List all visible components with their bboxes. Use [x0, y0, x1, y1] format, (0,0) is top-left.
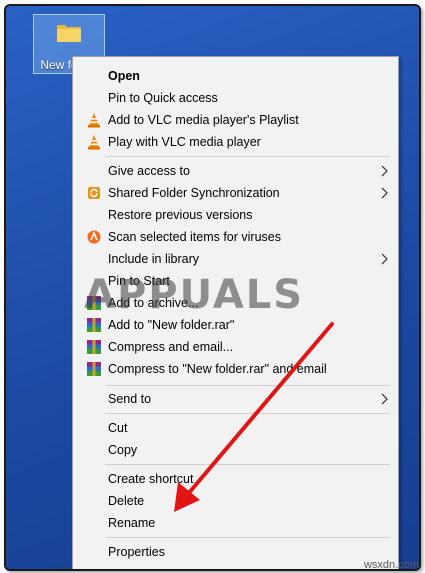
- vlc-cone-icon: [88, 135, 100, 150]
- chevron-right-icon: [381, 253, 388, 265]
- site-watermark: wsxdn.com: [363, 559, 419, 571]
- menu-item-label: Cut: [108, 421, 128, 435]
- menu-item-include-library[interactable]: Include in library: [73, 248, 398, 270]
- winrar-icon: [87, 318, 101, 332]
- screenshot-frame: New folder Open Pin to Quick access Add …: [4, 4, 421, 571]
- vlc-cone-icon: [88, 113, 100, 128]
- menu-item-pin-quick-access[interactable]: Pin to Quick access: [73, 87, 398, 109]
- folder-icon: [57, 25, 81, 42]
- menu-item-label: Include in library: [108, 252, 200, 266]
- menu-item-pin-start[interactable]: Pin to Start: [73, 270, 398, 292]
- menu-item-label: Add to "New folder.rar": [108, 318, 235, 332]
- menu-item-send-to[interactable]: Send to: [73, 388, 398, 410]
- winrar-icon: [87, 362, 101, 376]
- menu-item-compress-email[interactable]: Compress and email...: [73, 336, 398, 358]
- menu-item-copy[interactable]: Copy: [73, 439, 398, 461]
- menu-item-open[interactable]: Open: [73, 65, 398, 87]
- menu-item-label: Compress to "New folder.rar" and email: [108, 362, 327, 376]
- menu-item-play-vlc[interactable]: Play with VLC media player: [73, 131, 398, 153]
- menu-item-label: Play with VLC media player: [108, 135, 261, 149]
- menu-item-create-shortcut[interactable]: Create shortcut: [73, 468, 398, 490]
- menu-item-properties[interactable]: Properties: [73, 541, 398, 563]
- menu-item-add-new-folder-rar[interactable]: Add to "New folder.rar": [73, 314, 398, 336]
- menu-item-label: Scan selected items for viruses: [108, 230, 281, 244]
- menu-item-label: Shared Folder Synchronization: [108, 186, 280, 200]
- menu-item-give-access[interactable]: Give access to: [73, 160, 398, 182]
- sync-icon: [88, 187, 100, 199]
- menu-separator: [105, 413, 390, 414]
- menu-separator: [105, 385, 390, 386]
- winrar-icon: [87, 296, 101, 310]
- menu-item-label: Give access to: [108, 164, 190, 178]
- context-menu: Open Pin to Quick access Add to VLC medi…: [72, 56, 399, 569]
- menu-item-rename[interactable]: Rename: [73, 512, 398, 534]
- menu-item-label: Add to archive...: [108, 296, 199, 310]
- menu-item-label: Open: [108, 69, 140, 83]
- menu-item-add-vlc-playlist[interactable]: Add to VLC media player's Playlist: [73, 109, 398, 131]
- menu-item-delete[interactable]: Delete: [73, 490, 398, 512]
- menu-item-label: Pin to Quick access: [108, 91, 218, 105]
- menu-item-label: Properties: [108, 545, 165, 559]
- menu-separator: [105, 464, 390, 465]
- menu-separator: [105, 537, 390, 538]
- menu-item-label: Pin to Start: [108, 274, 170, 288]
- menu-item-shared-folder-sync[interactable]: Shared Folder Synchronization: [73, 182, 398, 204]
- menu-item-label: Copy: [108, 443, 138, 457]
- menu-item-add-archive[interactable]: Add to archive...: [73, 292, 398, 314]
- winrar-icon: [87, 340, 101, 354]
- menu-item-label: Restore previous versions: [108, 208, 253, 222]
- menu-item-scan-viruses[interactable]: Scan selected items for viruses: [73, 226, 398, 248]
- menu-item-label: Create shortcut: [108, 472, 194, 486]
- menu-separator: [105, 156, 390, 157]
- chevron-right-icon: [381, 165, 388, 177]
- menu-item-label: Delete: [108, 494, 145, 508]
- chevron-right-icon: [381, 187, 388, 199]
- avast-icon: [87, 230, 101, 244]
- menu-item-label: Rename: [108, 516, 156, 530]
- menu-item-restore-previous-versions[interactable]: Restore previous versions: [73, 204, 398, 226]
- menu-item-cut[interactable]: Cut: [73, 417, 398, 439]
- menu-item-label: Send to: [108, 392, 152, 406]
- chevron-right-icon: [381, 393, 388, 405]
- menu-item-compress-new-folder-rar-email[interactable]: Compress to "New folder.rar" and email: [73, 358, 398, 380]
- menu-item-label: Add to VLC media player's Playlist: [108, 113, 299, 127]
- menu-item-label: Compress and email...: [108, 340, 234, 354]
